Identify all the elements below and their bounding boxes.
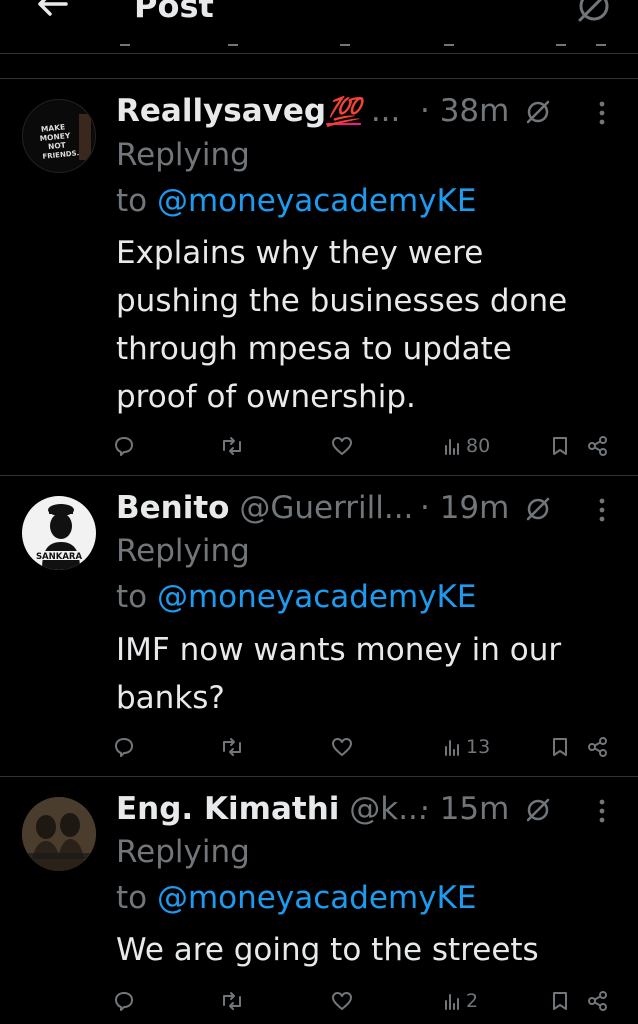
post-text-line: proof of ownership. bbox=[116, 379, 416, 415]
mention-link[interactable]: @moneyacademyKE bbox=[157, 183, 476, 219]
bookmark-icon bbox=[553, 992, 567, 1010]
to-prefix: to bbox=[116, 183, 157, 219]
reply-button[interactable] bbox=[113, 431, 135, 461]
display-name[interactable]: Benito bbox=[116, 490, 229, 526]
post-header: Benito @Guerrill... · 19m bbox=[116, 486, 638, 530]
grok-icon[interactable] bbox=[522, 794, 554, 826]
repost-icon bbox=[223, 992, 241, 1010]
share-button[interactable] bbox=[586, 732, 610, 762]
repost-button[interactable] bbox=[219, 431, 245, 461]
previous-post-actions bbox=[0, 36, 638, 54]
post-text: IMF now wants money in our banks? bbox=[116, 626, 616, 722]
views-button[interactable]: 13 bbox=[442, 732, 490, 762]
avatar[interactable]: SANKARA bbox=[22, 496, 96, 570]
post-text-line: IMF now wants money in our bbox=[116, 632, 562, 668]
page-title: Post bbox=[134, 0, 214, 25]
reply-button[interactable] bbox=[113, 732, 135, 762]
bookmark-button[interactable] bbox=[550, 732, 570, 762]
post-text: We are going to the streets bbox=[116, 926, 616, 974]
reply-icon bbox=[115, 437, 133, 456]
action-bar: 2 bbox=[0, 986, 638, 1016]
repost-icon bbox=[223, 738, 241, 756]
repost-button[interactable] bbox=[219, 732, 245, 762]
views-button[interactable]: 2 bbox=[442, 986, 478, 1016]
post-text-line: through mpesa to update bbox=[116, 331, 512, 367]
replying-to: to @moneyacademyKE bbox=[116, 575, 476, 619]
bookmark-icon bbox=[553, 738, 567, 756]
repost-icon bbox=[223, 437, 241, 455]
action-bar: 80 bbox=[0, 431, 638, 461]
post-header: Reallysaveg💯 ... · 38m bbox=[116, 89, 638, 133]
views-count: 80 bbox=[466, 435, 491, 457]
post-text-line: pushing the businesses done bbox=[116, 283, 568, 319]
post-header: Eng. Kimathi @k... · 15m bbox=[116, 787, 638, 831]
views-icon bbox=[445, 994, 459, 1010]
like-button[interactable] bbox=[330, 431, 354, 461]
username[interactable]: ... bbox=[371, 93, 401, 129]
share-icon bbox=[588, 436, 607, 456]
grok-icon[interactable] bbox=[522, 493, 554, 525]
avatar-text: SANKARA bbox=[36, 552, 83, 562]
replying-to: to @moneyacademyKE bbox=[116, 876, 476, 920]
timestamp[interactable]: · 15m bbox=[420, 787, 509, 831]
top-bar: Post bbox=[0, 0, 638, 54]
post-text-line: banks? bbox=[116, 680, 225, 716]
avatar[interactable] bbox=[22, 797, 96, 871]
views-count: 13 bbox=[466, 736, 491, 758]
like-button[interactable] bbox=[330, 986, 354, 1016]
views-icon bbox=[445, 740, 459, 756]
grok-icon[interactable] bbox=[572, 0, 616, 28]
username[interactable]: @Guerrill... bbox=[239, 490, 413, 526]
username[interactable]: @k... bbox=[349, 791, 428, 827]
mention-link[interactable]: @moneyacademyKE bbox=[157, 579, 476, 615]
replying-label: Replying bbox=[116, 137, 250, 173]
back-arrow-icon[interactable] bbox=[30, 0, 74, 26]
post-text: Explains why they were pushing the busin… bbox=[116, 229, 616, 421]
reply-post[interactable]: SANKARA Benito @Guerrill... · 19m Replyi… bbox=[0, 475, 638, 776]
like-button[interactable] bbox=[330, 732, 354, 762]
share-icon bbox=[588, 737, 607, 757]
display-name[interactable]: Reallysaveg bbox=[116, 93, 326, 129]
heart-icon bbox=[332, 437, 352, 455]
heart-icon bbox=[332, 992, 352, 1010]
hundred-emoji: 💯 bbox=[326, 95, 361, 128]
reply-button[interactable] bbox=[113, 986, 135, 1016]
share-icon bbox=[588, 991, 607, 1011]
reply-post[interactable]: MAKE MONEY NOT FRIENDS. Reallysaveg💯 ...… bbox=[0, 78, 638, 475]
views-count: 2 bbox=[466, 990, 479, 1012]
replying-label: Replying bbox=[116, 834, 250, 870]
repost-button[interactable] bbox=[219, 986, 245, 1016]
to-prefix: to bbox=[116, 579, 157, 615]
timestamp[interactable]: · 38m bbox=[420, 89, 509, 133]
replying-label: Replying bbox=[116, 533, 250, 569]
reply-icon bbox=[115, 992, 133, 1011]
mention-link[interactable]: @moneyacademyKE bbox=[157, 880, 476, 916]
post-text-line: We are going to the streets bbox=[116, 932, 539, 968]
more-options-icon[interactable] bbox=[597, 496, 607, 524]
bookmark-button[interactable] bbox=[550, 986, 570, 1016]
timestamp[interactable]: · 19m bbox=[420, 486, 509, 530]
avatar[interactable]: MAKE MONEY NOT FRIENDS. bbox=[22, 99, 96, 173]
to-prefix: to bbox=[116, 880, 157, 916]
bookmark-icon bbox=[553, 437, 567, 455]
action-bar: 13 bbox=[0, 732, 638, 762]
views-icon bbox=[445, 439, 459, 455]
reply-icon bbox=[115, 738, 133, 757]
share-button[interactable] bbox=[586, 986, 610, 1016]
views-button[interactable]: 80 bbox=[442, 431, 490, 461]
more-options-icon[interactable] bbox=[597, 797, 607, 825]
reply-post[interactable]: Eng. Kimathi @k... · 15m Replying to @mo… bbox=[0, 776, 638, 1024]
display-name[interactable]: Eng. Kimathi bbox=[116, 791, 339, 827]
post-text-line: Explains why they were bbox=[116, 235, 484, 271]
grok-icon[interactable] bbox=[522, 96, 554, 128]
avatar-text: NOT bbox=[48, 140, 67, 151]
more-options-icon[interactable] bbox=[597, 99, 607, 127]
bookmark-button[interactable] bbox=[550, 431, 570, 461]
heart-icon bbox=[332, 738, 352, 756]
share-button[interactable] bbox=[586, 431, 610, 461]
replying-to: to @moneyacademyKE bbox=[116, 179, 476, 223]
